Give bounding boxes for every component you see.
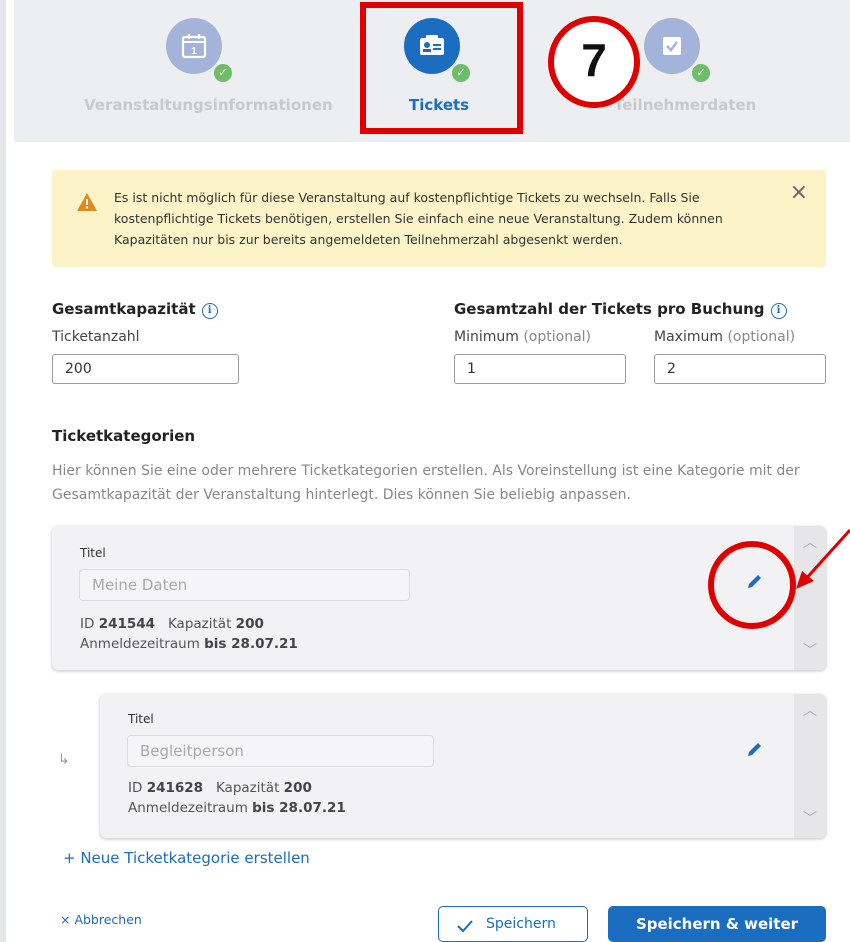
annotation-arrow	[796, 528, 850, 589]
maximum-optional: (optional)	[727, 329, 796, 345]
category-period: bis 28.07.21	[204, 636, 298, 652]
close-icon[interactable]: ×	[790, 180, 808, 205]
capacity-label: Kapazität	[167, 616, 232, 632]
category-id: 241628	[146, 780, 204, 796]
per-booking-heading: Gesamtzahl der Tickets pro Buchung i	[454, 300, 787, 319]
edit-pencil-icon[interactable]	[746, 740, 764, 758]
title-label: Titel	[128, 712, 154, 726]
ticket-categories-heading: Ticketkategorien	[52, 427, 196, 445]
left-edge-bar	[0, 0, 6, 942]
scroll-down-icon[interactable]: ﹀	[794, 640, 826, 660]
step-event-info-label: Veranstaltungsinformationen	[84, 96, 333, 114]
ticket-categories-description: Hier können Sie eine oder mehrere Ticket…	[52, 463, 800, 503]
ticket-count-label: Ticketanzahl	[52, 329, 140, 345]
scroll-down-icon[interactable]: ﹀	[794, 808, 826, 828]
category-capacity: 200	[283, 780, 312, 796]
step-event-info-check-icon: ✓	[212, 62, 234, 84]
warning-alert-text: Es ist nicht möglich für diese Veranstal…	[114, 190, 723, 247]
capacity-heading-text: Gesamtkapazität	[52, 300, 196, 318]
minimum-input[interactable]: 1	[454, 354, 626, 384]
period-label: Anmeldezeitraum	[128, 800, 248, 816]
svg-text:1: 1	[191, 46, 197, 57]
maximum-label: Maximum (optional)	[654, 329, 795, 345]
capacity-heading: Gesamtkapazität i	[52, 300, 218, 319]
id-label: ID	[80, 616, 95, 632]
category-meta: ID 241544 Kapazität 200 Anmeldezeitraum …	[80, 614, 298, 654]
checkbox-icon	[663, 37, 681, 55]
title-input[interactable]: Meine Daten	[79, 569, 410, 601]
cancel-link[interactable]: × Abbrechen	[60, 912, 142, 927]
maximum-input[interactable]: 2	[654, 354, 826, 384]
step-participant-data-check-icon: ✓	[690, 62, 712, 84]
minimum-optional: (optional)	[523, 329, 592, 345]
ticket-category-card: Titel Begleitperson ID 241628 Kapazität …	[100, 694, 826, 838]
add-ticket-category-link[interactable]: + Neue Ticketkategorie erstellen	[63, 849, 310, 867]
category-meta: ID 241628 Kapazität 200 Anmeldezeitraum …	[128, 778, 346, 818]
period-label: Anmeldezeitraum	[80, 636, 200, 652]
id-label: ID	[128, 780, 143, 796]
step-participant-data-label: Teilnehmerdaten	[614, 96, 757, 114]
title-label: Titel	[80, 546, 106, 560]
warning-alert: Es ist nicht möglich für diese Veranstal…	[52, 170, 826, 267]
card-scrollbar[interactable]: ︿ ﹀	[794, 694, 826, 838]
child-category-indent-icon: ↳	[58, 752, 70, 768]
annotation-step-number: 7	[548, 16, 640, 108]
annotation-circle-highlight	[708, 541, 796, 629]
save-button[interactable]: Speichern	[438, 906, 588, 942]
minimum-label-text: Minimum	[454, 329, 519, 345]
info-icon[interactable]: i	[201, 303, 218, 319]
annotation-step-number-text: 7	[581, 34, 607, 86]
minimum-label: Minimum (optional)	[454, 329, 591, 345]
calendar-icon: 1	[181, 34, 207, 59]
annotation-highlight-box	[360, 2, 523, 134]
category-capacity: 200	[235, 616, 264, 632]
save-and-continue-button[interactable]: Speichern & weiter	[608, 906, 826, 942]
maximum-label-text: Maximum	[654, 329, 723, 345]
warning-icon	[77, 193, 97, 211]
per-booking-heading-text: Gesamtzahl der Tickets pro Buchung	[454, 300, 765, 318]
ticket-count-input[interactable]: 200	[52, 354, 239, 384]
save-button-label: Speichern	[486, 916, 556, 932]
category-period: bis 28.07.21	[252, 800, 346, 816]
capacity-label: Kapazität	[215, 780, 280, 796]
category-id: 241544	[98, 616, 156, 632]
scroll-up-icon[interactable]: ︿	[794, 700, 826, 720]
info-icon[interactable]: i	[770, 303, 787, 319]
title-input[interactable]: Begleitperson	[127, 735, 434, 767]
check-icon	[457, 920, 473, 933]
step-event-info[interactable]: 1 ✓ Veranstaltungsinformationen	[74, 0, 364, 142]
